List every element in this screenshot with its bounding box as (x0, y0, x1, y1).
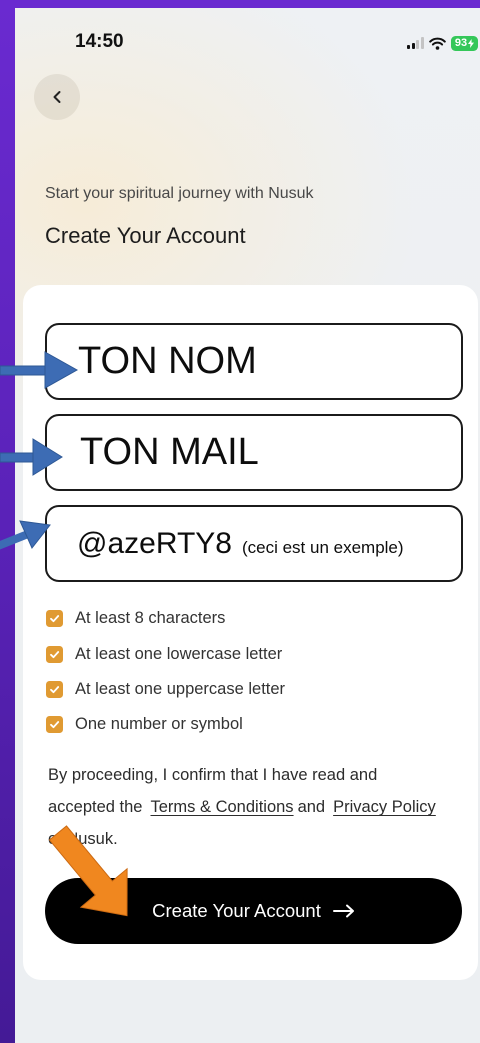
password-field-value: @azeRTY8 (77, 526, 232, 560)
requirement-label: At least 8 characters (75, 609, 226, 627)
consent-line: of Nusuk. (48, 830, 118, 848)
signup-card: TON NOM TON MAIL @azeRTY8 (ceci est un e… (23, 285, 478, 980)
privacy-policy-link[interactable]: Privacy Policy (333, 791, 436, 823)
status-icons: 93 (407, 34, 478, 52)
requirement-label: One number or symbol (75, 715, 243, 733)
password-field-content: @azeRTY8 (ceci est un exemple) (77, 527, 404, 561)
email-field-value: TON MAIL (80, 431, 259, 473)
requirement-label: At least one lowercase letter (75, 645, 283, 663)
requirement-item: One number or symbol (46, 715, 243, 733)
back-button[interactable] (34, 74, 80, 120)
requirement-label: At least one uppercase letter (75, 680, 286, 698)
consent-prefix: accepted the (48, 798, 143, 816)
checkbox-checked-icon (46, 609, 63, 627)
battery-level: 93 (454, 36, 468, 49)
signal-bar (407, 45, 410, 49)
password-field[interactable]: @azeRTY8 (ceci est un exemple) (45, 505, 463, 582)
requirement-item: At least 8 characters (46, 609, 225, 627)
battery-indicator: 93 (451, 35, 478, 51)
chevron-left-icon (53, 91, 61, 103)
consent-line: accepted the Terms & Conditions and Privacy… (48, 791, 473, 823)
terms-link[interactable]: Terms & Conditions (151, 791, 294, 823)
page-subtitle: Start your spiritual journey with Nusuk (45, 185, 314, 202)
checkbox-checked-icon (46, 680, 63, 698)
email-field[interactable]: TON MAIL (45, 414, 463, 491)
consent-text: By proceeding, I confirm that I have rea… (48, 759, 473, 855)
signal-bar (416, 40, 419, 49)
arrow-right-icon (332, 904, 354, 918)
phone-screen: 14:50 93 Start your spiritual journey wi… (15, 8, 480, 1043)
create-account-button-label: Create Your Account (152, 900, 321, 921)
name-field-value: TON NOM (78, 340, 257, 382)
password-example-note: (ceci est un exemple) (241, 537, 404, 557)
signal-bar (420, 37, 424, 49)
page-title: Create Your Account (45, 223, 246, 248)
consent-line: By proceeding, I confirm that I have rea… (48, 766, 378, 784)
name-field[interactable]: TON NOM (45, 323, 463, 400)
requirement-item: At least one lowercase letter (46, 645, 282, 663)
consent-conjunction: and (297, 798, 326, 816)
requirement-item: At least one uppercase letter (46, 680, 285, 698)
signal-bar (411, 43, 415, 49)
signal-icon (407, 37, 424, 49)
bolt-icon (468, 38, 475, 48)
checkbox-checked-icon (46, 645, 63, 663)
checkbox-checked-icon (46, 715, 63, 733)
create-account-button[interactable]: Create Your Account (45, 878, 462, 944)
wifi-icon (429, 37, 446, 50)
annotated-signup-screenshot: 14:50 93 Start your spiritual journey wi… (0, 0, 480, 1043)
status-time: 14:50 (75, 31, 124, 52)
